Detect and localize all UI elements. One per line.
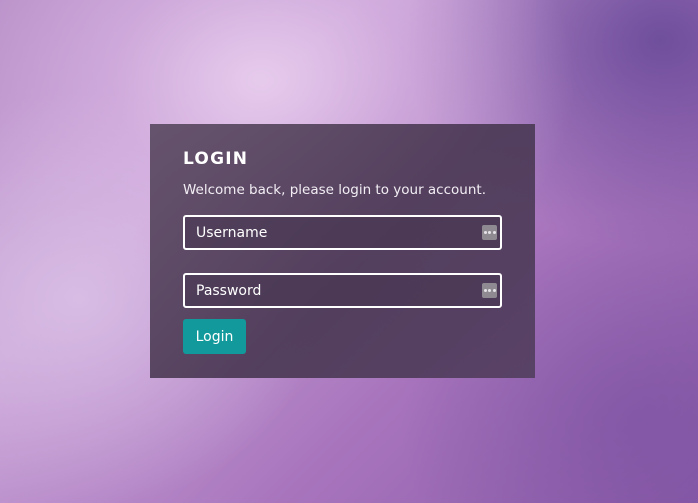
username-input[interactable] [185, 217, 500, 248]
login-title: LOGIN [183, 149, 249, 169]
password-manager-dots-icon[interactable] [482, 225, 497, 240]
password-input[interactable] [185, 275, 500, 306]
username-field [183, 215, 502, 250]
password-field [183, 273, 502, 308]
login-panel: LOGIN Welcome back, please login to your… [150, 124, 535, 378]
password-manager-dots-icon[interactable] [482, 283, 497, 298]
login-subtitle: Welcome back, please login to your accou… [183, 182, 486, 198]
login-button[interactable]: Login [183, 319, 246, 354]
